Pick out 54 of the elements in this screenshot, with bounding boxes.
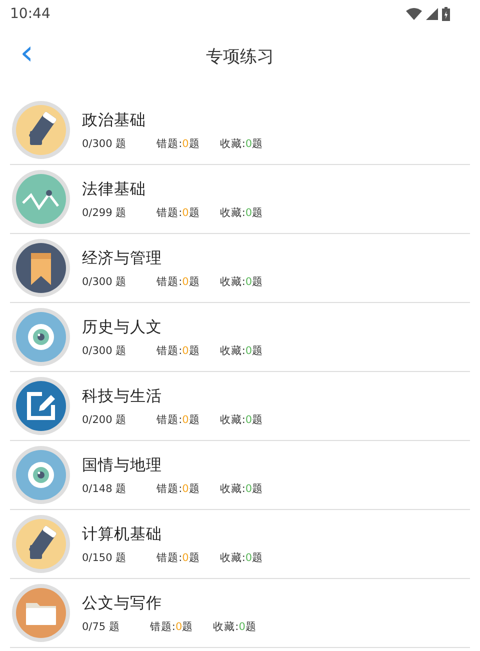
signal-icon	[426, 8, 438, 20]
category-title: 政治基础	[82, 110, 147, 130]
favorites-count: 收藏:0题	[220, 274, 264, 288]
eye-icon	[12, 308, 70, 366]
wrong-count: 错题:0题	[150, 620, 194, 634]
eye-icon	[12, 446, 70, 504]
wrong-count: 错题:0题	[156, 136, 200, 150]
category-title: 公文与写作	[82, 592, 163, 614]
favorites-count: 收藏:0题	[220, 344, 264, 358]
favorites-count: 收藏:0题	[220, 412, 264, 426]
progress-count: 0/148 题	[82, 482, 127, 496]
progress-count: 0/300 题	[82, 344, 127, 358]
back-button[interactable]: ‹	[0, 36, 46, 76]
eraser-icon	[12, 101, 70, 159]
category-item[interactable]: 计算机基础 0/150 题 错题:0题 收藏:0题	[10, 510, 470, 579]
eraser-icon	[12, 515, 70, 573]
wrong-count: 错题:0题	[156, 344, 200, 358]
category-title: 经济与管理	[82, 248, 163, 268]
page-title: 专项练习	[206, 46, 274, 68]
status-time: 10:44	[10, 6, 50, 22]
progress-count: 0/200 题	[82, 412, 127, 426]
battery-icon	[442, 7, 450, 21]
category-title: 法律基础	[82, 178, 147, 200]
wrong-count: 错题:0题	[156, 206, 200, 220]
category-title: 科技与生活	[82, 386, 163, 406]
bookmark-icon	[12, 239, 70, 297]
favorites-count: 收藏:0题	[220, 136, 264, 150]
category-item[interactable]: 政治基础 0/300 题 错题:0题 收藏:0题	[10, 96, 470, 165]
category-item[interactable]: 历史与人文 0/300 题 错题:0题 收藏:0题	[10, 303, 470, 372]
wrong-count: 错题:0题	[156, 412, 200, 426]
favorites-count: 收藏:0题	[220, 206, 264, 220]
line-chart-icon	[12, 170, 70, 228]
favorites-count: 收藏:0题	[220, 550, 264, 564]
folder-icon	[12, 584, 70, 642]
favorites-count: 收藏:0题	[220, 482, 264, 496]
wrong-count: 错题:0题	[156, 274, 200, 288]
progress-count: 0/299 题	[82, 206, 127, 220]
category-item[interactable]: 公文与写作 0/75 题 错题:0题 收藏:0题	[10, 579, 470, 648]
progress-count: 0/75 题	[82, 620, 120, 634]
progress-count: 0/300 题	[82, 274, 127, 288]
category-title: 国情与地理	[82, 454, 163, 476]
edit-icon	[12, 377, 70, 435]
category-item[interactable]: 经济与管理 0/300 题 错题:0题 收藏:0题	[10, 234, 470, 303]
wrong-count: 错题:0题	[156, 550, 200, 564]
category-item[interactable]: 科技与生活 0/200 题 错题:0题 收藏:0题	[10, 372, 470, 441]
progress-count: 0/150 题	[82, 550, 127, 564]
category-title: 历史与人文	[82, 316, 163, 338]
progress-count: 0/300 题	[82, 136, 127, 150]
wifi-icon	[406, 8, 422, 20]
category-item[interactable]: 国情与地理 0/148 题 错题:0题 收藏:0题	[10, 441, 470, 510]
category-item[interactable]: 法律基础 0/299 题 错题:0题 收藏:0题	[10, 165, 470, 234]
category-title: 计算机基础	[82, 524, 163, 544]
favorites-count: 收藏:0题	[213, 620, 256, 634]
wrong-count: 错题:0题	[156, 482, 200, 496]
